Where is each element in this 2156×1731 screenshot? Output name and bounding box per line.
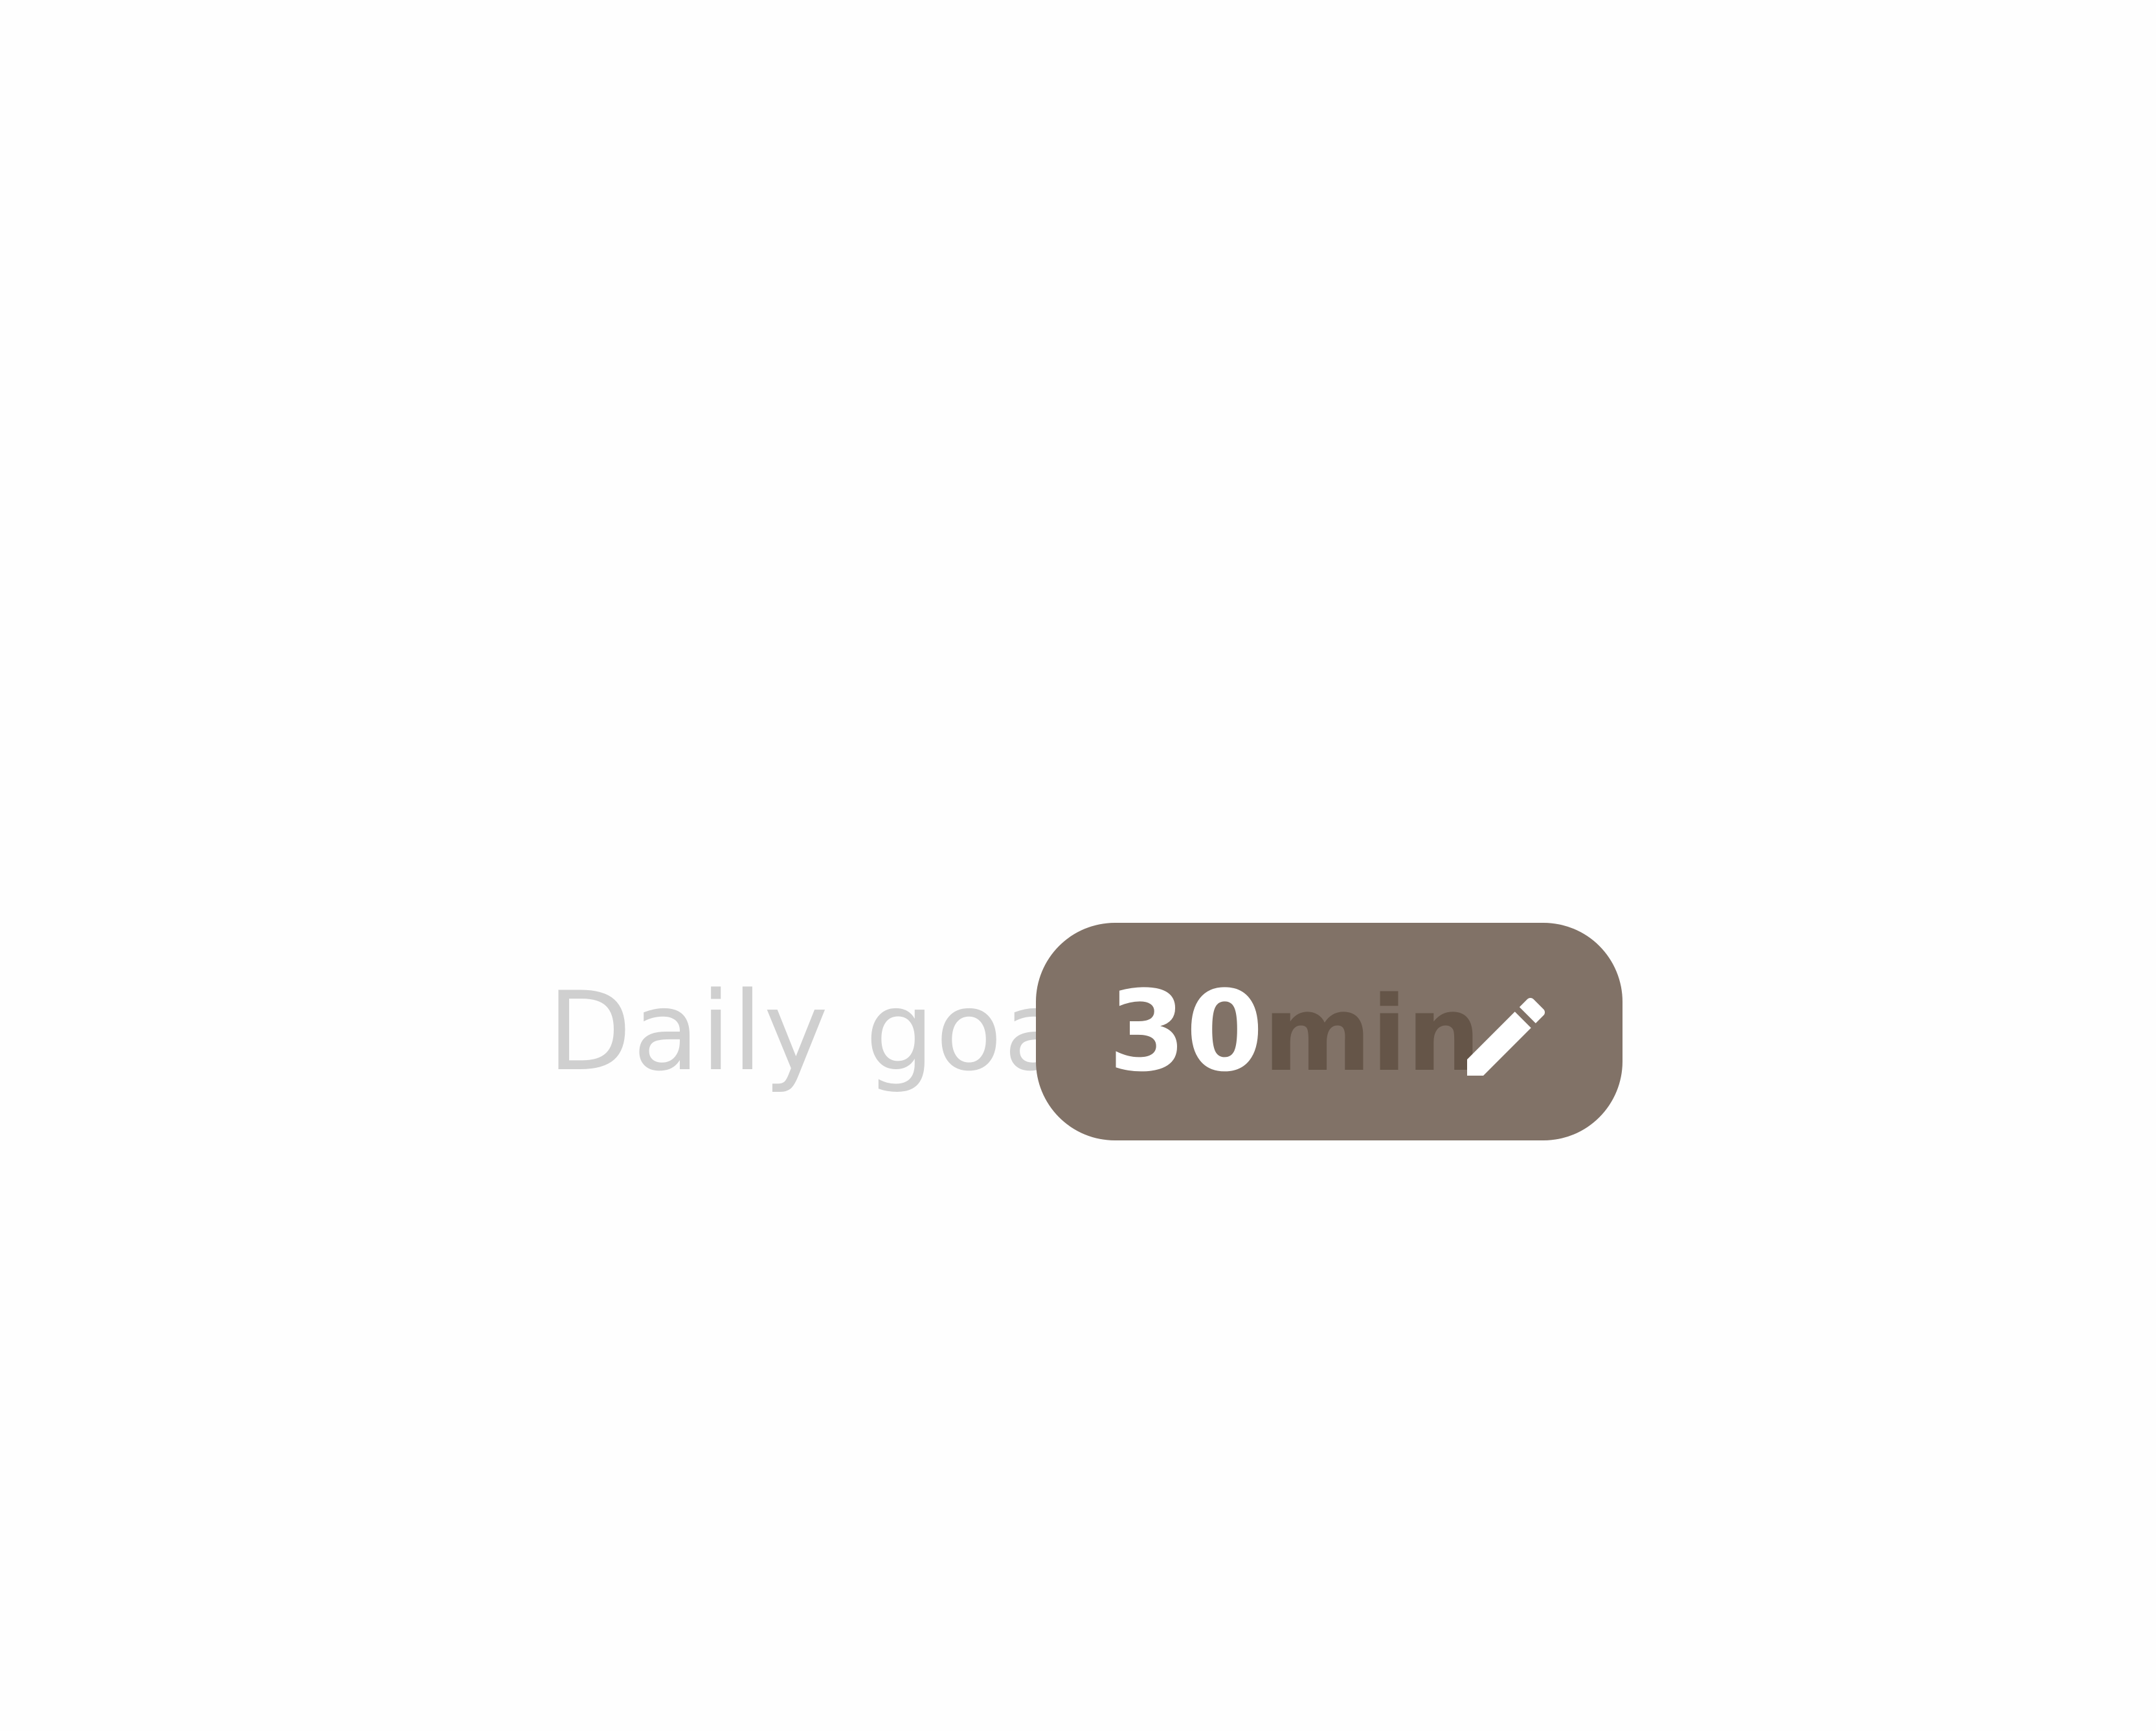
edit-daily-goal-button[interactable]: 30min xyxy=(1036,923,1623,1140)
daily-goal-row: Daily goal 30min xyxy=(0,923,2156,1140)
goal-minutes-unit: min xyxy=(1263,973,1481,1094)
pencil-icon[interactable] xyxy=(1454,985,1558,1089)
goal-minutes-number: 30 xyxy=(1108,966,1264,1096)
daily-goal-label: Daily goal xyxy=(548,968,1103,1095)
daily-goal-value: 30min xyxy=(1108,923,1481,1140)
daily-goal-screen: Daily goal 30min xyxy=(0,0,2156,1731)
